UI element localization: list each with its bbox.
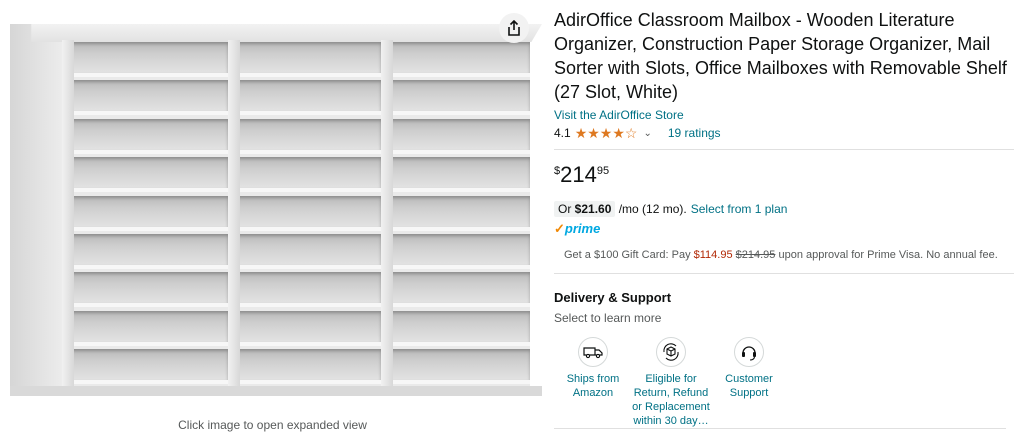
gift-suffix: upon approval for Prime Visa. No annual … — [775, 249, 998, 261]
organizer-top — [31, 24, 542, 42]
organizer-column — [389, 42, 530, 388]
organizer-slot — [70, 310, 228, 346]
organizer-slot — [236, 234, 381, 269]
store-link[interactable]: Visit the AdirOffice Store — [554, 108, 1014, 122]
truck-icon — [583, 347, 603, 359]
organizer-divider — [228, 40, 240, 390]
price: $ 214 95 — [554, 162, 1014, 192]
organizer-slot — [389, 349, 530, 385]
organizer-slot — [389, 157, 530, 193]
organizer-slot — [70, 272, 228, 308]
support-label: Customer Support — [725, 373, 773, 399]
star-rating-icon[interactable]: ★★★★☆ — [575, 125, 638, 142]
rating-row: 4.1 ★★★★☆ ⌄ 19 ratings — [554, 124, 1014, 142]
image-caption: Click image to open expanded view — [178, 418, 367, 432]
organizer-slot — [236, 42, 381, 77]
divider — [554, 428, 1006, 429]
organizer-slot — [70, 42, 228, 77]
truck-icon-wrap — [578, 337, 608, 367]
installment-pill: Or $21.60 — [554, 201, 616, 217]
organizer-side-panel — [10, 24, 62, 396]
organizer-slot — [236, 157, 381, 193]
organizer-slot — [70, 349, 228, 385]
ships-from-amazon[interactable]: Ships from Amazon — [554, 337, 632, 428]
gift-card-offer[interactable]: Get a $100 Gift Card: Pay $114.95 $214.9… — [564, 249, 1014, 265]
ratings-count-link[interactable]: 19 ratings — [668, 126, 721, 140]
product-image-area[interactable]: Click image to open expanded view — [0, 0, 542, 439]
support-label: Eligible for Return, Refund or Replaceme… — [632, 373, 710, 427]
return-policy[interactable]: Eligible for Return, Refund or Replaceme… — [632, 337, 710, 428]
price-whole: 214 — [560, 162, 597, 187]
organizer-slot — [389, 310, 530, 346]
organizer-slot — [236, 310, 381, 346]
select-plan-link[interactable]: Select from 1 plan — [691, 202, 788, 216]
delivery-heading: Delivery & Support — [554, 290, 672, 305]
gift-prefix: Get a $100 Gift Card: Pay — [564, 249, 694, 261]
organizer-slot — [70, 195, 228, 231]
organizer-slot — [70, 157, 228, 193]
headset-icon-wrap — [734, 337, 764, 367]
organizer-slot — [389, 80, 530, 116]
product-image[interactable] — [10, 24, 542, 396]
organizer-slot — [236, 272, 381, 308]
return-box-icon — [663, 343, 679, 361]
prime-badge[interactable]: ✓prime — [554, 221, 1014, 237]
delivery-subheading: Select to learn more — [554, 311, 662, 325]
organizer-column — [236, 42, 381, 388]
gift-new-price: $114.95 — [693, 249, 733, 261]
organizer-slot — [389, 272, 530, 308]
installment-row: Or $21.60 /mo (12 mo). Select from 1 pla… — [554, 200, 1014, 218]
customer-support[interactable]: Customer Support — [710, 337, 788, 428]
organizer-slot — [389, 42, 530, 77]
product-info: AdirOffice Classroom Mailbox - Wooden Li… — [554, 8, 1014, 428]
organizer-slot — [70, 118, 228, 154]
rating-value: 4.1 — [554, 126, 571, 140]
organizer-slot — [70, 80, 228, 116]
prime-check-icon: ✓ — [554, 221, 565, 236]
organizer-slot — [236, 118, 381, 154]
product-title: AdirOffice Classroom Mailbox - Wooden Li… — [554, 10, 1007, 102]
organizer-base — [10, 386, 542, 396]
organizer-slot — [389, 234, 530, 269]
organizer-column — [70, 42, 228, 388]
organizer-slot — [389, 118, 530, 154]
support-label: Ships from Amazon — [566, 373, 620, 399]
organizer-slot — [70, 234, 228, 269]
organizer-divider — [381, 40, 393, 390]
share-button[interactable] — [499, 13, 529, 43]
price-fraction: 95 — [596, 165, 610, 177]
organizer-slot — [236, 195, 381, 231]
share-icon — [508, 20, 520, 36]
organizer-slot — [236, 349, 381, 385]
installment-term: /mo (12 mo). — [615, 202, 687, 216]
chevron-down-icon[interactable]: ⌄ — [643, 128, 651, 139]
installment-amount: $21.60 — [574, 202, 612, 216]
organizer-slot — [236, 80, 381, 116]
organizer-divider — [62, 40, 74, 390]
divider — [554, 273, 1014, 274]
return-icon-wrap — [656, 337, 686, 367]
gift-old-price: $214.95 — [735, 249, 776, 261]
organizer-slot — [389, 195, 530, 231]
divider — [554, 149, 1014, 150]
installment-prefix: Or — [558, 202, 575, 216]
headset-icon — [742, 346, 756, 361]
support-row: Ships from Amazon Eligible for Return, R… — [554, 337, 1014, 428]
prime-label: prime — [564, 221, 601, 236]
